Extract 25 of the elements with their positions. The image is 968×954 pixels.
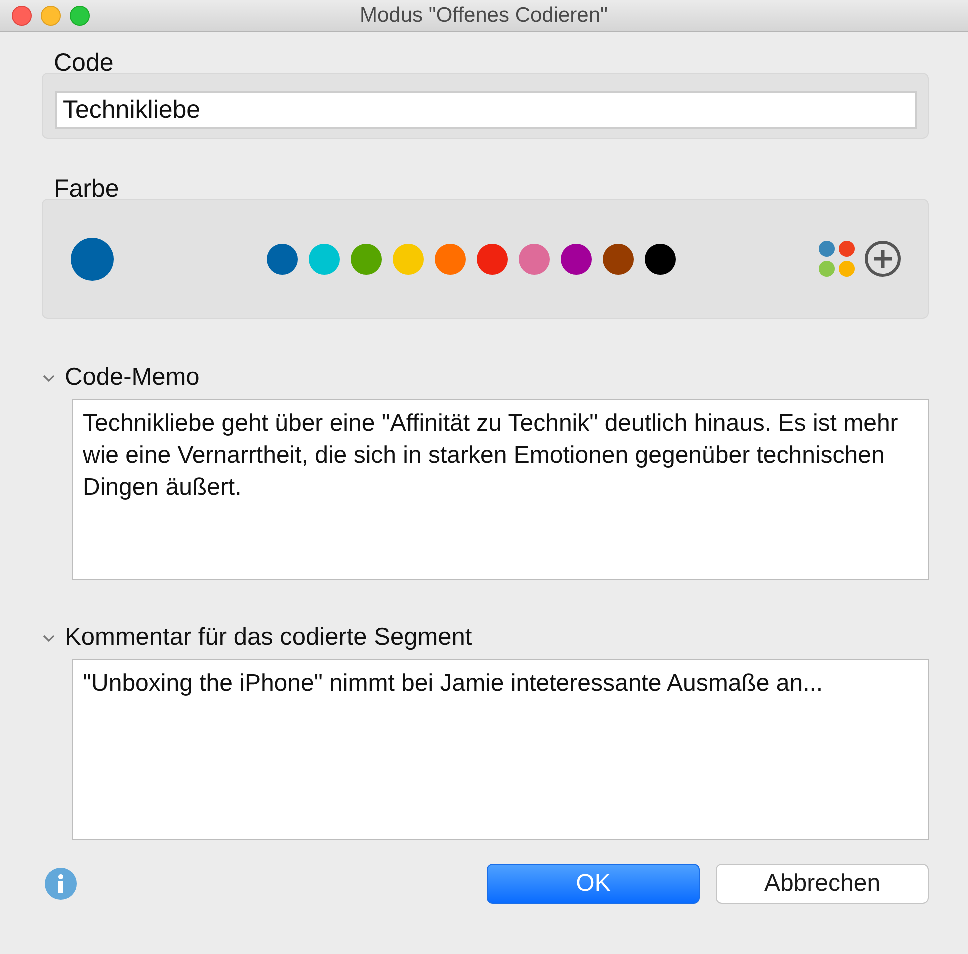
cancel-button[interactable]: Abbrechen [716,864,929,904]
color-swatch[interactable] [476,244,508,274]
color-swatch[interactable] [308,244,340,274]
memo-field[interactable]: "Unboxing the iPhone" nimmt bei Jamie inteteressante Ausmaße an... [72,659,929,840]
color-swatch[interactable] [518,244,550,274]
info-icon[interactable] [45,868,77,900]
color-label: Farbe [54,176,120,202]
window-title: Modus "Offenes Codieren" [360,4,608,28]
close-button[interactable] [12,6,32,26]
memo-field[interactable]: Technikliebe geht über eine "Affinität zu Technik" deutlich hinaus. Es ist mehr wie eine Vernarrtheit, die sich in starken Emotionen gegenüber technischen Dingen äußert. [72,399,929,580]
color-swatch[interactable] [434,244,466,274]
minimize-button[interactable] [41,6,61,26]
color-swatch[interactable] [392,244,424,274]
code-label: Code [54,50,114,76]
color-swatch[interactable] [602,244,634,274]
color-swatch[interactable] [644,244,676,274]
section-header[interactable]: Code-Memo [42,363,200,393]
section-header[interactable]: Kommentar für das codierte Segment [42,623,472,653]
color-picker-icon[interactable] [818,240,856,278]
color-swatch[interactable] [266,244,298,274]
add-icon[interactable] [864,240,902,278]
color-swatch[interactable] [560,244,592,274]
code-input[interactable]: Technikliebe [55,91,917,129]
zoom-button[interactable] [70,6,90,26]
color-swatch[interactable] [350,244,382,274]
